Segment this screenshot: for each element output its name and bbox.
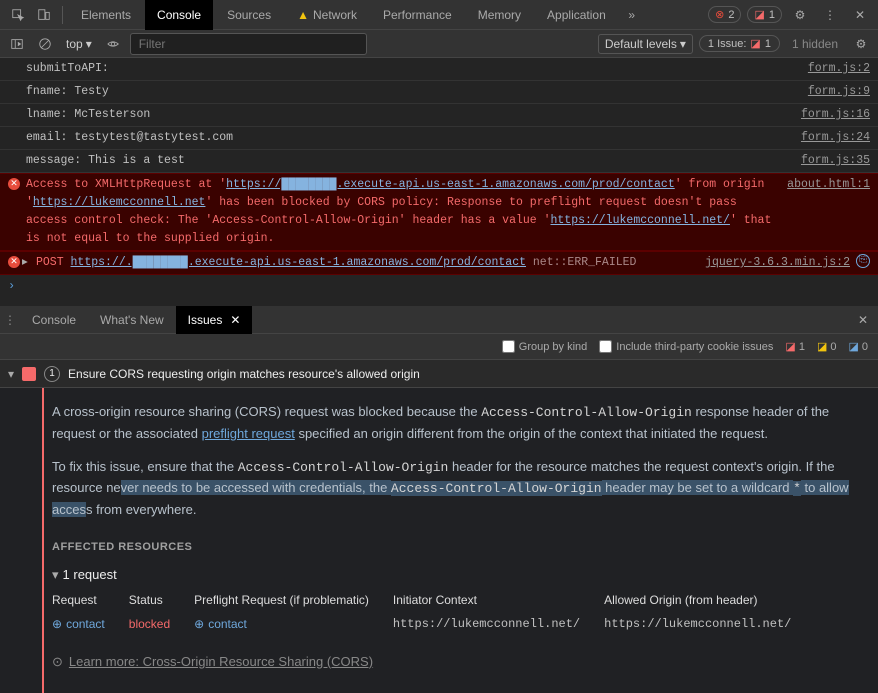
third-party-checkbox[interactable]: Include third-party cookie issues (599, 340, 773, 353)
log-row: fname: Testyform.js:9 (0, 81, 878, 104)
device-icon[interactable] (32, 3, 56, 27)
chevron-down-icon: ▾ (86, 37, 92, 51)
tab-elements[interactable]: Elements (69, 0, 143, 30)
console-prompt[interactable]: › (0, 275, 878, 297)
source-link[interactable]: form.js:24 (801, 129, 870, 147)
origin-link[interactable]: https://lukemcconnell.net (33, 196, 206, 209)
issue-fix: To fix this issue, ensure that the Acces… (52, 457, 858, 521)
hidden-count[interactable]: 1 hidden (786, 36, 844, 52)
close-icon[interactable]: ✕ (848, 3, 872, 27)
console-toolbar: top▾ Default levels▾ 1 Issue:◪1 1 hidden… (0, 30, 878, 58)
copy-icon[interactable]: ⎘ (856, 254, 870, 268)
filter-input[interactable] (130, 33, 367, 55)
issue-description: A cross-origin resource sharing (CORS) r… (52, 402, 858, 445)
clear-icon[interactable] (34, 33, 56, 55)
log-row: lname: McTestersonform.js:16 (0, 104, 878, 127)
request-url-link[interactable]: https://████████.execute-api.us-east-1.a… (226, 178, 675, 191)
issues-chip[interactable]: 1 Issue:◪1 (699, 35, 780, 52)
source-link[interactable]: form.js:9 (808, 83, 870, 101)
network-icon: ⊕ (52, 615, 62, 634)
info-count: ◪0 (848, 340, 868, 353)
log-row: submitToAPI: form.js:2 (0, 58, 878, 81)
log-row: email: testytest@tastytest.comform.js:24 (0, 127, 878, 150)
request-link[interactable]: ⊕contact (52, 615, 105, 634)
issue-badge-icon: ◪ (750, 37, 760, 50)
issue-title: Ensure CORS requesting origin matches re… (68, 367, 420, 381)
gear-icon[interactable]: ⚙ (850, 33, 872, 55)
error-count: ◪1 (785, 340, 805, 353)
affected-table: Request⊕contact Statusblocked Preflight … (52, 591, 858, 633)
inspect-icon[interactable] (6, 3, 30, 27)
request-count[interactable]: ▾1 request (52, 565, 858, 586)
warning-icon: ▲ (297, 8, 309, 22)
arrow-icon: ⊙ (52, 652, 63, 673)
chevron-down-icon: ▾ (680, 37, 686, 51)
source-link[interactable]: form.js:35 (801, 152, 870, 170)
issue-badge-icon (22, 367, 36, 381)
warn-count: ◪0 (817, 340, 837, 353)
tab-console[interactable]: Console (145, 0, 213, 30)
learn-more[interactable]: ⊙ Learn more: Cross-Origin Resource Shar… (52, 652, 858, 673)
tab-memory[interactable]: Memory (466, 0, 533, 30)
error-icon: ✕ (8, 178, 20, 190)
issue-header[interactable]: ▾ 1 Ensure CORS requesting origin matche… (0, 360, 878, 388)
tab-network[interactable]: ▲Network (285, 0, 369, 30)
source-link[interactable]: jquery-3.6.3.min.js:2 (705, 254, 850, 272)
drawer-tab-issues[interactable]: Issues✕ (176, 306, 253, 334)
error-count-pill[interactable]: ⊗2 (708, 6, 741, 23)
eye-icon[interactable] (102, 33, 124, 55)
initiator-value: https://lukemcconnell.net/ (393, 615, 580, 634)
failed-url-link[interactable]: https://.████████.execute-api.us-east-1.… (71, 256, 526, 269)
group-checkbox[interactable]: Group by kind (502, 340, 587, 353)
severity-bar (42, 388, 44, 693)
drawer-tab-whatsnew[interactable]: What's New (88, 306, 176, 334)
error-icon: ⊗ (715, 8, 724, 21)
source-link[interactable]: form.js:16 (801, 106, 870, 124)
main-tab-bar: Elements Console Sources ▲Network Perfor… (0, 0, 878, 30)
close-drawer-icon[interactable]: ✕ (848, 313, 878, 327)
log-row: message: This is a testform.js:35 (0, 150, 878, 173)
collapse-icon[interactable]: ▾ (8, 367, 14, 381)
tab-performance[interactable]: Performance (371, 0, 464, 30)
issue-body: A cross-origin resource sharing (CORS) r… (0, 388, 878, 693)
context-dropdown[interactable]: top▾ (62, 35, 96, 53)
tab-sources[interactable]: Sources (215, 0, 283, 30)
sidebar-toggle-icon[interactable] (6, 33, 28, 55)
affected-heading: AFFECTED RESOURCES (52, 539, 858, 557)
issue-count-badge: 1 (44, 366, 60, 382)
preflight-link[interactable]: ⊕contact (194, 615, 369, 634)
levels-dropdown[interactable]: Default levels▾ (598, 34, 693, 54)
error-icon: ✕ (8, 256, 20, 268)
post-error-row: ✕ ▸ POST https://.████████.execute-api.u… (0, 251, 878, 275)
gear-icon[interactable]: ⚙ (788, 3, 812, 27)
collapse-icon[interactable]: ▾ (52, 565, 59, 586)
separator (62, 6, 63, 24)
header-value-link[interactable]: https://lukemcconnell.net/ (551, 214, 730, 227)
close-tab-icon[interactable]: ✕ (230, 313, 240, 327)
console-output: submitToAPI: form.js:2 fname: Testyform.… (0, 58, 878, 306)
kebab-icon[interactable]: ⋮ (818, 3, 842, 27)
tab-application[interactable]: Application (535, 0, 618, 30)
issue-badge-icon: ◪ (754, 8, 764, 21)
drawer-tab-console[interactable]: Console (20, 306, 88, 334)
status-value: blocked (129, 615, 170, 634)
drag-handle-icon[interactable]: ⋮ (0, 313, 20, 327)
expand-icon[interactable]: ▸ (22, 254, 28, 272)
source-link[interactable]: form.js:2 (808, 60, 870, 78)
source-link[interactable]: about.html:1 (787, 176, 870, 248)
more-tabs-icon[interactable]: » (620, 3, 644, 27)
network-icon: ⊕ (194, 615, 204, 634)
preflight-link[interactable]: preflight request (202, 426, 295, 441)
issue-count-pill[interactable]: ◪1 (747, 6, 782, 23)
drawer-tab-bar: ⋮ Console What's New Issues✕ ✕ (0, 306, 878, 334)
allowed-value: https://lukemcconnell.net/ (604, 615, 791, 634)
issues-toolbar: Group by kind Include third-party cookie… (0, 334, 878, 360)
cors-error-row: ✕ Access to XMLHttpRequest at 'https://█… (0, 173, 878, 251)
